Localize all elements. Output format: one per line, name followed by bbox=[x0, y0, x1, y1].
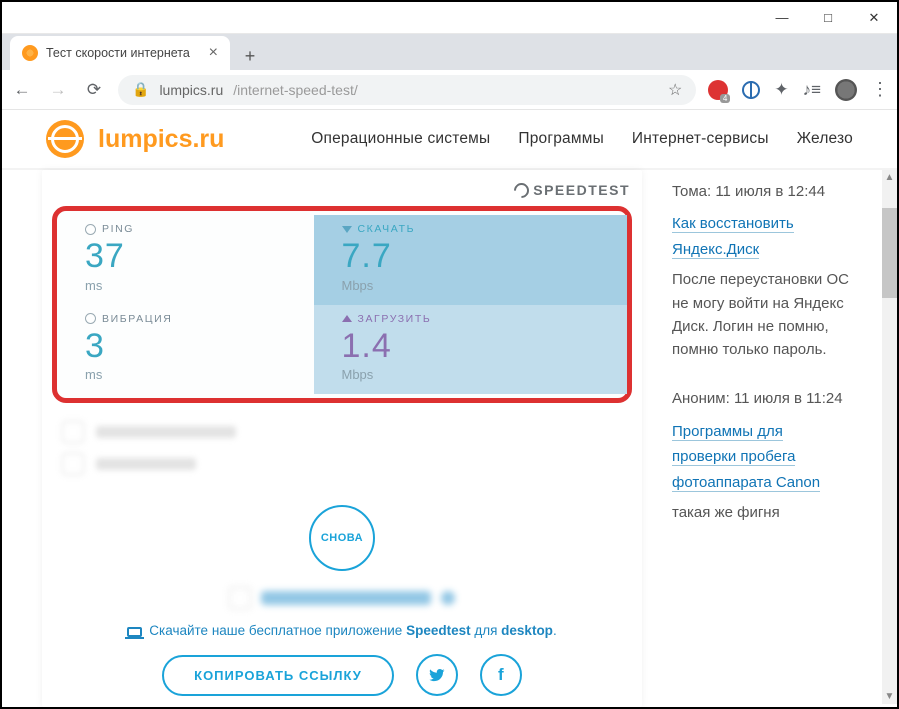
profile-avatar[interactable] bbox=[835, 79, 857, 101]
tab-title: Тест скорости интернета bbox=[46, 46, 190, 60]
comment-meta: Тома: 11 июля в 12:44 bbox=[672, 180, 849, 203]
download-unit: Mbps bbox=[342, 278, 606, 293]
url-path: /internet-speed-test/ bbox=[233, 82, 358, 98]
download-cell: СКАЧАТЬ 7.7 Mbps bbox=[314, 215, 628, 305]
lock-icon: 🔒 bbox=[132, 81, 149, 98]
download-label: СКАЧАТЬ bbox=[358, 223, 416, 235]
gauge-icon bbox=[511, 179, 532, 200]
extension-opera-icon[interactable] bbox=[708, 80, 728, 100]
speedtest-widget: SPEEDTEST PING 37 ms СКАЧАТЬ 7.7 Mbps ВИ… bbox=[42, 170, 642, 707]
vertical-scrollbar[interactable]: ▲ ▼ bbox=[882, 170, 897, 704]
window-maximize[interactable]: □ bbox=[805, 2, 851, 34]
ping-value: 37 bbox=[85, 235, 292, 278]
url-field[interactable]: 🔒 lumpics.ru/internet-speed-test/ ☆ bbox=[118, 75, 696, 105]
laptop-icon bbox=[127, 627, 142, 637]
nav-item-hardware[interactable]: Железо bbox=[797, 130, 853, 148]
comment-body: После переустановки ОС не могу войти на … bbox=[672, 268, 849, 361]
ping-cell: PING 37 ms bbox=[57, 215, 314, 305]
site-logo-icon[interactable] bbox=[46, 120, 84, 158]
result-box-highlight: PING 37 ms СКАЧАТЬ 7.7 Mbps ВИБРАЦИЯ 3 m… bbox=[52, 206, 632, 403]
site-nav: Операционные системы Программы Интернет-… bbox=[311, 130, 853, 148]
scroll-down-arrow[interactable]: ▼ bbox=[882, 689, 897, 704]
upload-icon bbox=[342, 315, 352, 322]
extensions-menu-icon[interactable]: ✦ bbox=[774, 80, 788, 100]
jitter-label: ВИБРАЦИЯ bbox=[102, 313, 172, 325]
media-control-icon[interactable]: ♪≡ bbox=[803, 80, 821, 100]
new-tab-button[interactable]: + bbox=[236, 42, 264, 70]
browser-menu-icon[interactable]: ⋮ bbox=[871, 79, 889, 100]
window-titlebar: — □ ✕ bbox=[2, 2, 897, 34]
ping-icon bbox=[85, 224, 96, 235]
window-close[interactable]: ✕ bbox=[851, 2, 897, 34]
extension-globe-icon[interactable] bbox=[742, 81, 760, 99]
comment-link[interactable]: Программы для проверки пробега фотоаппар… bbox=[672, 423, 820, 492]
scroll-up-arrow[interactable]: ▲ bbox=[882, 170, 897, 185]
test-again-button[interactable]: СНОВА bbox=[309, 505, 375, 571]
speedtest-brand: SPEEDTEST bbox=[42, 182, 642, 198]
share-facebook-icon[interactable]: f bbox=[480, 654, 522, 696]
nav-item-services[interactable]: Интернет-сервисы bbox=[632, 130, 769, 148]
share-row: КОПИРОВАТЬ ССЫЛКУ f bbox=[42, 654, 642, 696]
jitter-unit: ms bbox=[85, 367, 292, 382]
site-logo-text[interactable]: lumpics.ru bbox=[98, 125, 224, 154]
bookmark-star-icon[interactable]: ☆ bbox=[668, 80, 682, 100]
speedtest-brand-text: SPEEDTEST bbox=[533, 182, 630, 198]
address-bar: ← → ⟳ 🔒 lumpics.ru/internet-speed-test/ … bbox=[2, 70, 897, 110]
nav-item-programs[interactable]: Программы bbox=[518, 130, 604, 148]
server-info-blurred bbox=[42, 407, 642, 495]
site-header: lumpics.ru Операционные системы Программ… bbox=[2, 110, 897, 170]
ping-unit: ms bbox=[85, 278, 292, 293]
jitter-value: 3 bbox=[85, 325, 292, 368]
tab-close-icon[interactable]: × bbox=[209, 44, 218, 62]
upload-value: 1.4 bbox=[342, 325, 606, 368]
comment-item: Аноним: 11 июля в 11:24 Программы для пр… bbox=[672, 387, 849, 524]
url-host: lumpics.ru bbox=[159, 82, 223, 98]
tab-favicon bbox=[22, 45, 38, 61]
scroll-thumb[interactable] bbox=[882, 208, 897, 298]
back-button[interactable]: ← bbox=[10, 80, 34, 100]
copy-link-button[interactable]: КОПИРОВАТЬ ССЫЛКУ bbox=[162, 655, 394, 696]
window-minimize[interactable]: — bbox=[759, 2, 805, 34]
upload-label: ЗАГРУЗИТЬ bbox=[358, 313, 432, 325]
download-app-line[interactable]: Скачайте наше бесплатное приложение Spee… bbox=[42, 623, 642, 638]
upload-unit: Mbps bbox=[342, 367, 606, 382]
browser-tab[interactable]: Тест скорости интернета × bbox=[10, 36, 230, 70]
tab-strip: Тест скорости интернета × + bbox=[2, 34, 897, 70]
jitter-icon bbox=[85, 313, 96, 324]
comment-body: такая же фигня bbox=[672, 501, 849, 524]
toolbar-extensions: ✦ ♪≡ ⋮ bbox=[708, 79, 889, 101]
comment-meta: Аноним: 11 июля в 11:24 bbox=[672, 387, 849, 410]
upload-cell: ЗАГРУЗИТЬ 1.4 Mbps bbox=[314, 305, 628, 395]
jitter-cell: ВИБРАЦИЯ 3 ms bbox=[57, 305, 314, 395]
reload-button[interactable]: ⟳ bbox=[82, 80, 106, 100]
comment-item: Тома: 11 июля в 12:44 Как восстановить Я… bbox=[672, 180, 849, 361]
ping-label: PING bbox=[102, 223, 134, 235]
forward-button: → bbox=[46, 80, 70, 100]
download-icon bbox=[342, 226, 352, 233]
sidebar-comments: Тома: 11 июля в 12:44 Как восстановить Я… bbox=[642, 170, 857, 707]
page-content: SPEEDTEST PING 37 ms СКАЧАТЬ 7.7 Mbps ВИ… bbox=[2, 170, 897, 707]
nav-item-os[interactable]: Операционные системы bbox=[311, 130, 490, 148]
comment-link[interactable]: Как восстановить Яндекс.Диск bbox=[672, 215, 794, 259]
server-row-blurred bbox=[42, 587, 642, 609]
download-value: 7.7 bbox=[342, 235, 606, 278]
share-twitter-icon[interactable] bbox=[416, 654, 458, 696]
